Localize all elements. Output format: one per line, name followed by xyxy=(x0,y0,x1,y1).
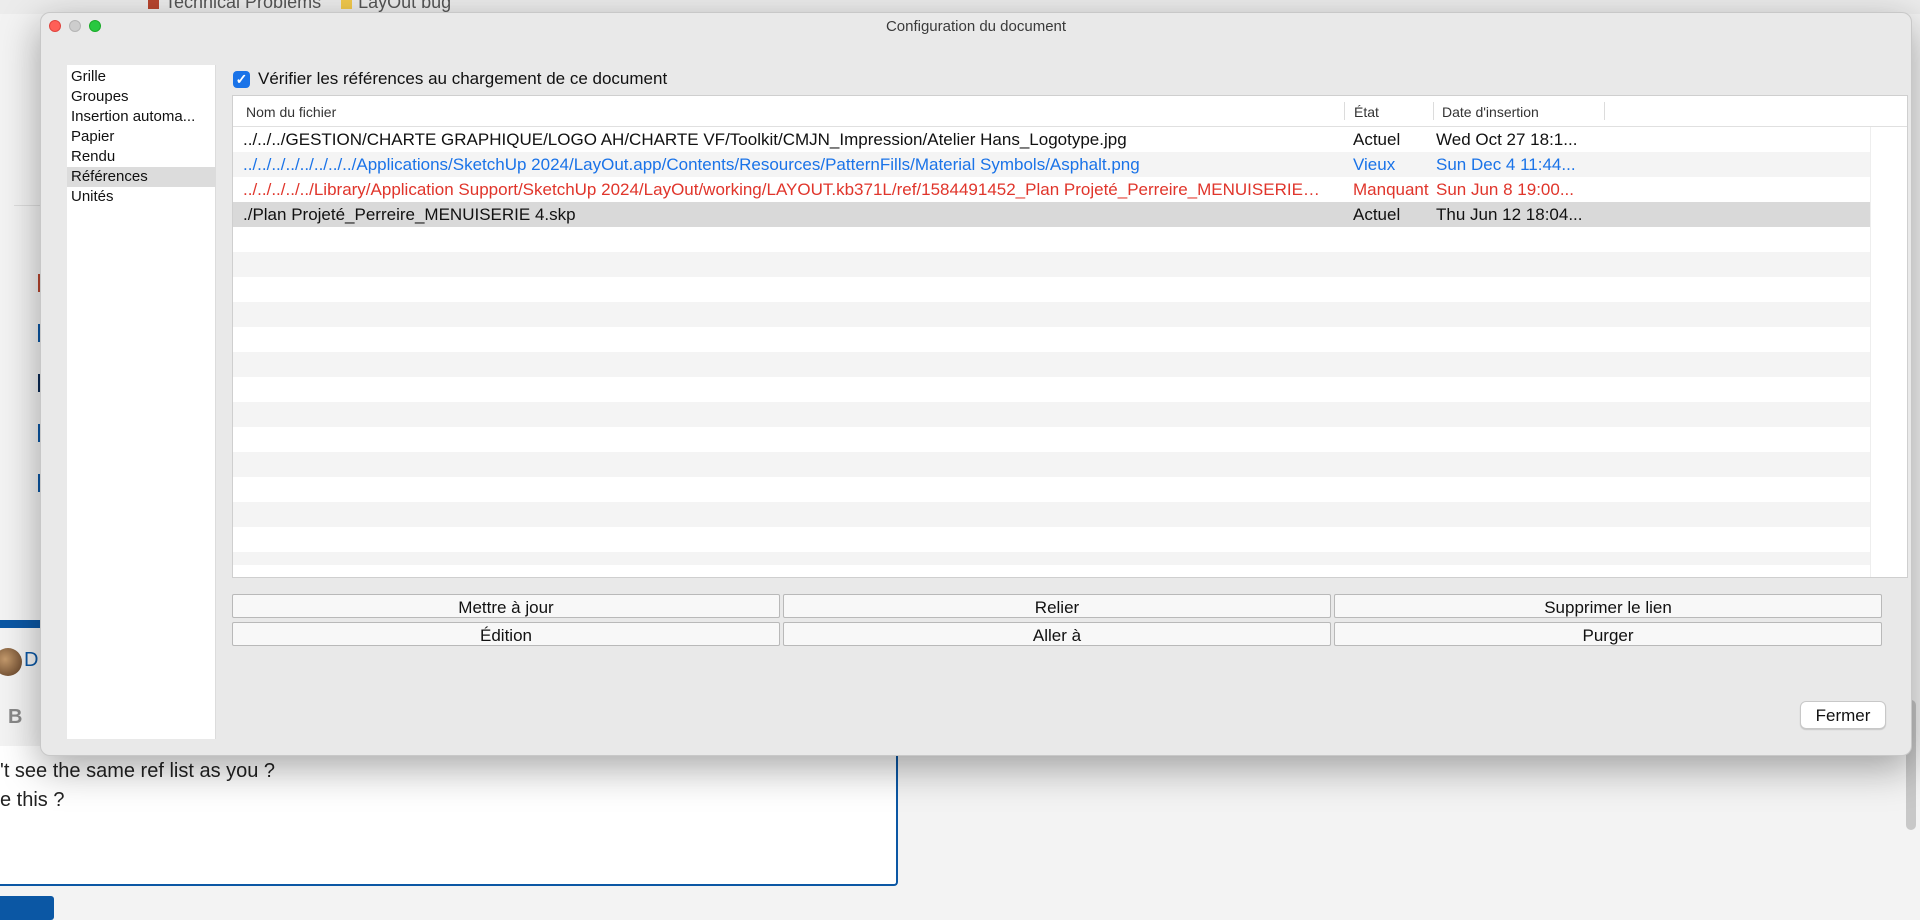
update-button[interactable]: Mettre à jour xyxy=(232,594,780,618)
sidebar-item-groupes[interactable]: Groupes xyxy=(67,87,215,107)
table-row[interactable]: ../../../../../../../../Applications/Ske… xyxy=(233,152,1871,177)
close-button[interactable]: Fermer xyxy=(1800,701,1886,729)
column-divider[interactable] xyxy=(1604,102,1605,120)
verify-references-row: ✓ Vérifier les références au chargement … xyxy=(233,69,667,89)
title-bar[interactable]: Configuration du document xyxy=(41,13,1911,39)
file-cell: ./Plan Projeté_Perreire_MENUISERIE 4.skp xyxy=(243,205,576,224)
column-divider[interactable] xyxy=(1433,102,1434,120)
sidebar-item-unites[interactable]: Unités xyxy=(67,187,215,207)
document-setup-dialog: Configuration du document Grille Groupes… xyxy=(40,12,1912,756)
tag-technical-problems[interactable]: Technical Problems xyxy=(165,0,321,12)
composer-header-bar xyxy=(0,620,42,628)
avatar xyxy=(0,648,22,676)
table-scrollbar[interactable] xyxy=(1870,127,1907,577)
table-header: Nom du fichier État Date d'insertion xyxy=(233,96,1907,127)
references-table: Nom du fichier État Date d'insertion ../… xyxy=(232,95,1908,578)
state-cell: Vieux xyxy=(1353,155,1396,174)
sidebar-item-insertion[interactable]: Insertion automa... xyxy=(67,107,215,127)
verify-references-label[interactable]: Vérifier les références au chargement de… xyxy=(258,69,667,89)
sidebar-item-papier[interactable]: Papier xyxy=(67,127,215,147)
column-header-date[interactable]: Date d'insertion xyxy=(1442,104,1539,120)
editor-text-line: 't see the same ref list as you ? xyxy=(0,760,276,782)
tag-color-icon xyxy=(148,0,159,9)
date-cell: Thu Jun 12 18:04... xyxy=(1436,205,1583,224)
verify-references-checkbox[interactable]: ✓ xyxy=(233,70,250,88)
window-title: Configuration du document xyxy=(885,18,1067,35)
date-cell: Sun Dec 4 11:44... xyxy=(1436,155,1576,174)
date-cell: Sun Jun 8 19:00... xyxy=(1436,180,1574,199)
bold-button[interactable]: B xyxy=(8,706,22,729)
settings-sidebar: Grille Groupes Insertion automa... Papie… xyxy=(67,65,216,739)
tag-layout-bug[interactable]: LayOut bug xyxy=(358,0,451,12)
goto-button[interactable]: Aller à xyxy=(783,622,1331,646)
background-divider xyxy=(14,205,40,206)
date-cell: Wed Oct 27 18:1... xyxy=(1436,130,1578,149)
editor-text-line: e this ? xyxy=(0,789,65,811)
table-row[interactable]: ../../../../../Library/Application Suppo… xyxy=(233,177,1871,202)
purge-button[interactable]: Purger xyxy=(1334,622,1882,646)
table-row[interactable]: ../../../GESTION/CHARTE GRAPHIQUE/LOGO A… xyxy=(233,127,1871,152)
reply-submit-button[interactable] xyxy=(0,896,54,920)
sidebar-item-grille[interactable]: Grille xyxy=(67,67,215,87)
file-cell: ../../../../../Library/Application Suppo… xyxy=(243,180,1323,199)
column-divider[interactable] xyxy=(1344,102,1345,120)
sidebar-item-references[interactable]: Références xyxy=(67,167,215,187)
column-header-state[interactable]: État xyxy=(1354,104,1379,120)
tag-color-icon xyxy=(341,0,353,9)
state-cell: Manquant xyxy=(1353,180,1429,199)
edit-button[interactable]: Édition xyxy=(232,622,780,646)
file-cell: ../../../GESTION/CHARTE GRAPHIQUE/LOGO A… xyxy=(243,130,1127,149)
reply-username[interactable]: D xyxy=(24,649,38,672)
file-cell: ../../../../../../../../Applications/Ske… xyxy=(243,155,1140,174)
sidebar-item-rendu[interactable]: Rendu xyxy=(67,147,215,167)
state-cell: Actuel xyxy=(1353,130,1401,149)
column-header-file[interactable]: Nom du fichier xyxy=(246,104,336,120)
unlink-button[interactable]: Supprimer le lien xyxy=(1334,594,1882,618)
table-row[interactable]: ./Plan Projeté_Perreire_MENUISERIE 4.skp… xyxy=(233,202,1871,227)
table-body: ../../../GESTION/CHARTE GRAPHIQUE/LOGO A… xyxy=(233,127,1871,227)
relink-button[interactable]: Relier xyxy=(783,594,1331,618)
table-empty-area[interactable] xyxy=(233,227,1871,565)
state-cell: Actuel xyxy=(1353,205,1401,224)
